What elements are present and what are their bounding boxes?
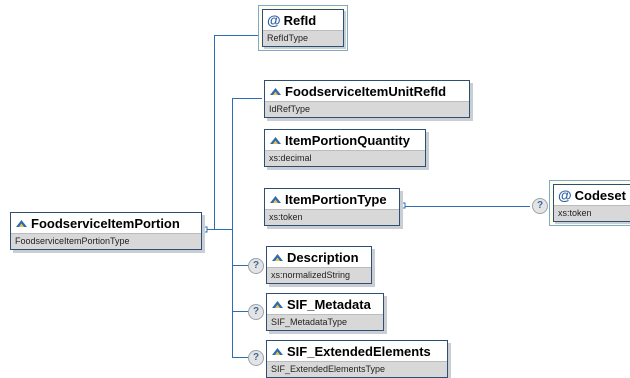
element-name: SIF_Metadata [287, 296, 371, 312]
attribute-icon: @ [267, 12, 281, 28]
optional-icon: ? [248, 350, 264, 366]
attribute-node-codeset[interactable]: @ Codeset xs:token [549, 180, 630, 226]
element-node-description[interactable]: Description xs:normalizedString [266, 246, 372, 284]
element-node-itemportionquantity[interactable]: ItemPortionQuantity xs:decimal [264, 129, 426, 167]
optional-icon: ? [532, 198, 548, 214]
element-type: xs:decimal [265, 150, 425, 166]
element-type: SIF_MetadataType [267, 314, 383, 330]
root-element-node[interactable]: FoodserviceItemPortion FoodserviceItemPo… [10, 212, 202, 250]
attribute-type: RefIdType [263, 30, 343, 46]
attribute-node-refid[interactable]: @ RefId RefIdType [258, 5, 348, 51]
element-name: ItemPortionType [285, 191, 387, 207]
attribute-icon: @ [558, 187, 572, 203]
attribute-name: RefId [283, 12, 317, 28]
optional-icon: ? [248, 258, 264, 274]
element-node-foodserviceitemunitrefid[interactable]: FoodserviceItemUnitRefId IdRefType [264, 80, 470, 118]
element-name: FoodserviceItemUnitRefId [285, 83, 447, 99]
element-type: xs:token [265, 209, 399, 225]
optional-icon: ? [248, 304, 264, 320]
element-name: Description [287, 249, 359, 265]
element-node-itemportiontype[interactable]: ItemPortionType xs:token [264, 188, 400, 226]
root-element-name: FoodserviceItemPortion [31, 215, 180, 231]
attribute-name: Codeset [574, 187, 626, 203]
element-icon [272, 253, 283, 261]
element-icon [16, 219, 27, 227]
element-icon [272, 347, 283, 355]
element-type: IdRefType [265, 101, 469, 117]
element-icon [270, 136, 281, 144]
element-node-sif-metadata[interactable]: SIF_Metadata SIF_MetadataType [266, 293, 384, 331]
expand-box-root [201, 226, 208, 233]
root-element-type: FoodserviceItemPortionType [11, 233, 201, 249]
element-icon [270, 87, 281, 95]
element-type: SIF_ExtendedElementsType [267, 361, 447, 377]
element-name: ItemPortionQuantity [285, 132, 410, 148]
attribute-type: xs:token [554, 205, 630, 221]
expand-box-itemportiontype [399, 202, 406, 209]
element-icon [272, 300, 283, 308]
element-name: SIF_ExtendedElements [287, 343, 431, 359]
element-node-sif-extendedelements[interactable]: SIF_ExtendedElements SIF_ExtendedElement… [266, 340, 448, 378]
element-icon [270, 195, 281, 203]
element-type: xs:normalizedString [267, 267, 371, 283]
